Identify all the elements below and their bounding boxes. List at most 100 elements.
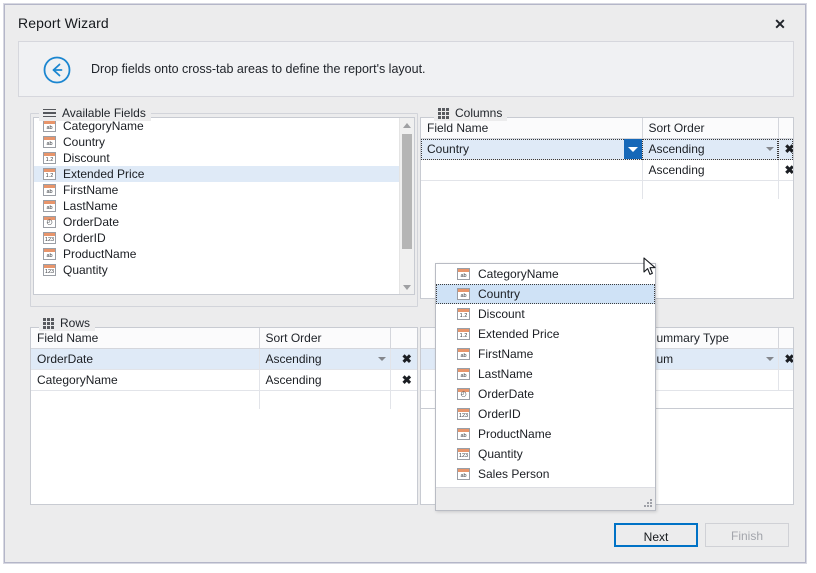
available-field-item[interactable]: 123OrderID (34, 230, 400, 246)
dropdown-option-label: Discount (478, 307, 525, 321)
rows-sort-cell[interactable]: Ascending (259, 349, 390, 370)
available-field-item[interactable]: 1.2Discount (34, 150, 400, 166)
dropdown-option[interactable]: 1.2Extended Price (436, 324, 655, 344)
rows-remove-icon[interactable]: ✖ (390, 370, 417, 391)
rows-header-cell: Sort Order (259, 328, 390, 349)
close-icon[interactable]: ✕ (769, 14, 791, 34)
data-items-remove-icon[interactable]: ✖ (778, 349, 793, 370)
columns-field-cell[interactable]: Country (421, 139, 642, 160)
available-fields-group: Available Fields abCategoryNameabCountry… (30, 105, 418, 307)
field-type-text-icon: ab (43, 136, 56, 148)
columns-remove-icon[interactable]: ✖ (778, 160, 793, 181)
available-field-item[interactable]: 123Quantity (34, 262, 400, 278)
available-field-item[interactable]: abFirstName (34, 182, 400, 198)
chevron-down-icon[interactable] (378, 357, 386, 361)
available-fields-legend-label: Available Fields (62, 106, 146, 120)
available-fields-list[interactable]: abCategoryNameabCountry1.2Discount1.2Ext… (33, 117, 415, 295)
resize-grip-icon[interactable] (643, 498, 652, 507)
columns-table[interactable]: Field NameSort OrderCountryAscending✖Asc… (421, 118, 793, 202)
dropdown-option[interactable]: 123OrderID (436, 404, 655, 424)
field-type-text-icon: ab (457, 368, 470, 380)
dialog-footer: Next Finish (18, 519, 794, 551)
available-field-label: Extended Price (63, 167, 144, 181)
next-button[interactable]: Next (614, 523, 698, 547)
rows-legend-label: Rows (60, 316, 90, 330)
dropdown-option[interactable]: 1.2 Discount (436, 304, 655, 324)
dropdown-option[interactable]: abProductName (436, 424, 655, 444)
dropdown-option[interactable]: 123 Quantity (436, 444, 655, 464)
dropdown-option[interactable]: ◴OrderDate (436, 384, 655, 404)
columns-row[interactable]: CountryAscending✖ (421, 139, 793, 160)
field-type-integer-icon: 123 (43, 264, 56, 276)
field-type-date-icon: ◴ (43, 216, 56, 228)
field-type-text-icon: ab (43, 184, 56, 196)
scroll-down-icon[interactable] (400, 280, 414, 294)
dropdown-option-label: Extended Price (478, 327, 559, 341)
grid-icon (438, 108, 449, 119)
field-name-dropdown-button[interactable] (624, 139, 642, 159)
columns-row[interactable]: Ascending✖ (421, 160, 793, 181)
data-items-summary-cell[interactable] (642, 370, 778, 391)
columns-sort-cell[interactable]: Ascending (642, 160, 778, 181)
columns-header-cell: Sort Order (642, 118, 778, 139)
available-field-item[interactable]: 1.2 Extended Price (34, 166, 400, 182)
hamburger-icon (43, 109, 56, 118)
dropdown-option-label: Quantity (478, 447, 523, 461)
rows-sort-cell[interactable]: Ascending (259, 370, 390, 391)
field-type-date-icon: ◴ (457, 388, 470, 400)
dropdown-option-label: Country (478, 287, 520, 301)
rows-field-cell[interactable]: CategoryName (31, 370, 259, 391)
grid-icon (43, 318, 54, 329)
available-field-label: LastName (63, 199, 118, 213)
chevron-down-icon[interactable] (766, 357, 774, 361)
dropdown-option-label: LastName (478, 367, 533, 381)
chevron-down-icon[interactable] (766, 147, 774, 151)
columns-sort-cell[interactable]: Ascending (642, 139, 778, 160)
dropdown-option-label: Sales Person (478, 467, 549, 481)
finish-button[interactable]: Finish (705, 523, 789, 547)
columns-remove-icon[interactable]: ✖ (778, 139, 793, 160)
data-items-remove-icon[interactable] (778, 370, 793, 391)
report-wizard-dialog: Report Wizard ✕ Drop fields onto cross-t… (4, 4, 806, 563)
field-name-dropdown-popup[interactable]: abCategoryNameabCountry1.2Discount1.2Ext… (435, 263, 656, 511)
available-fields-scrollbar[interactable] (399, 118, 414, 294)
data-items-header-cell: Summary Type (642, 328, 778, 349)
dropdown-option-label: CategoryName (478, 267, 559, 281)
columns-legend: Columns (434, 105, 507, 121)
scroll-up-icon[interactable] (400, 118, 414, 132)
window-title: Report Wizard (18, 15, 109, 31)
field-type-text-icon: ab (457, 428, 470, 440)
columns-grid[interactable]: Field NameSort OrderCountryAscending✖Asc… (420, 117, 794, 199)
rows-grid-empty-area[interactable] (30, 409, 418, 505)
rows-row[interactable]: OrderDateAscending✖ (31, 349, 417, 370)
available-fields-legend: Available Fields (39, 105, 151, 121)
rows-grid[interactable]: Field NameSort OrderOrderDateAscending✖C… (30, 327, 418, 409)
dropdown-footer (436, 487, 655, 510)
dropdown-option[interactable]: ab LastName (436, 364, 655, 384)
field-type-integer-icon: 123 (457, 408, 470, 420)
columns-legend-label: Columns (455, 106, 502, 120)
dropdown-option[interactable]: abCountry (436, 284, 655, 304)
available-field-item[interactable]: ◴OrderDate (34, 214, 400, 230)
rows-remove-icon[interactable]: ✖ (390, 349, 417, 370)
columns-header-cell (778, 118, 793, 139)
data-items-summary-cell[interactable]: Sum (642, 349, 778, 370)
columns-field-cell[interactable] (421, 160, 642, 181)
dropdown-option[interactable]: abSales Person (436, 464, 655, 484)
rows-row[interactable]: CategoryNameAscending✖ (31, 370, 417, 391)
available-field-item[interactable]: abCountry (34, 134, 400, 150)
dropdown-option[interactable]: abCategoryName (436, 264, 655, 284)
field-type-decimal-icon: 1.2 (43, 168, 56, 180)
chevron-down-icon (628, 147, 638, 152)
available-field-item[interactable]: abProductName (34, 246, 400, 262)
data-items-header-cell (778, 328, 793, 349)
available-field-item[interactable]: abLastName (34, 198, 400, 214)
rows-group: Rows Field NameSort OrderOrderDateAscend… (30, 315, 418, 511)
rows-field-cell[interactable]: OrderDate (31, 349, 259, 370)
field-type-integer-icon: 123 (457, 448, 470, 460)
dropdown-option[interactable]: abFirstName (436, 344, 655, 364)
scrollbar-thumb[interactable] (402, 134, 412, 249)
rows-table[interactable]: Field NameSort OrderOrderDateAscending✖C… (31, 328, 417, 412)
circle-left-arrow-icon[interactable] (43, 56, 71, 84)
field-type-decimal-icon: 1.2 (457, 308, 470, 320)
